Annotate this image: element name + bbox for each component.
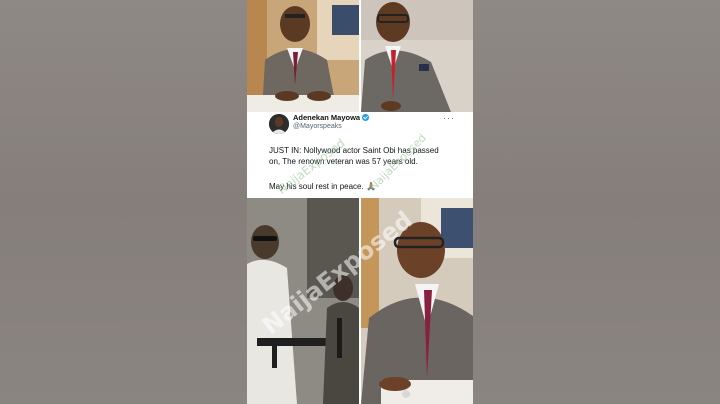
tweet-text-prayer: May his soul rest in peace. 🙏🏽: [269, 181, 449, 192]
tweet-card[interactable]: Adenekan Mayowa @Mayorspeaks ··· JUST IN…: [247, 112, 473, 198]
background-right: [473, 0, 720, 404]
shorts-video-frame[interactable]: Adenekan Mayowa @Mayorspeaks ··· JUST IN…: [247, 0, 473, 404]
photo-top-right: [361, 0, 473, 112]
author-name[interactable]: Adenekan Mayowa: [293, 113, 370, 122]
more-options-icon[interactable]: ···: [443, 113, 455, 123]
praying-hands-icon: 🙏🏽: [365, 182, 376, 191]
author-name-text: Adenekan Mayowa: [293, 113, 361, 122]
verified-badge-icon: [362, 113, 370, 121]
author-handle[interactable]: @Mayorspeaks: [293, 123, 342, 130]
tweet-text: JUST IN: Nollywood actor Saint Obi has p…: [269, 146, 439, 166]
photo-bottom-right: [361, 198, 473, 404]
photo-bottom-left: [247, 198, 359, 404]
tweet-text-prayer-text: May his soul rest in peace.: [269, 182, 364, 191]
photo-top-left: [247, 0, 359, 112]
background-left: [0, 0, 247, 404]
author-avatar[interactable]: [269, 114, 289, 134]
